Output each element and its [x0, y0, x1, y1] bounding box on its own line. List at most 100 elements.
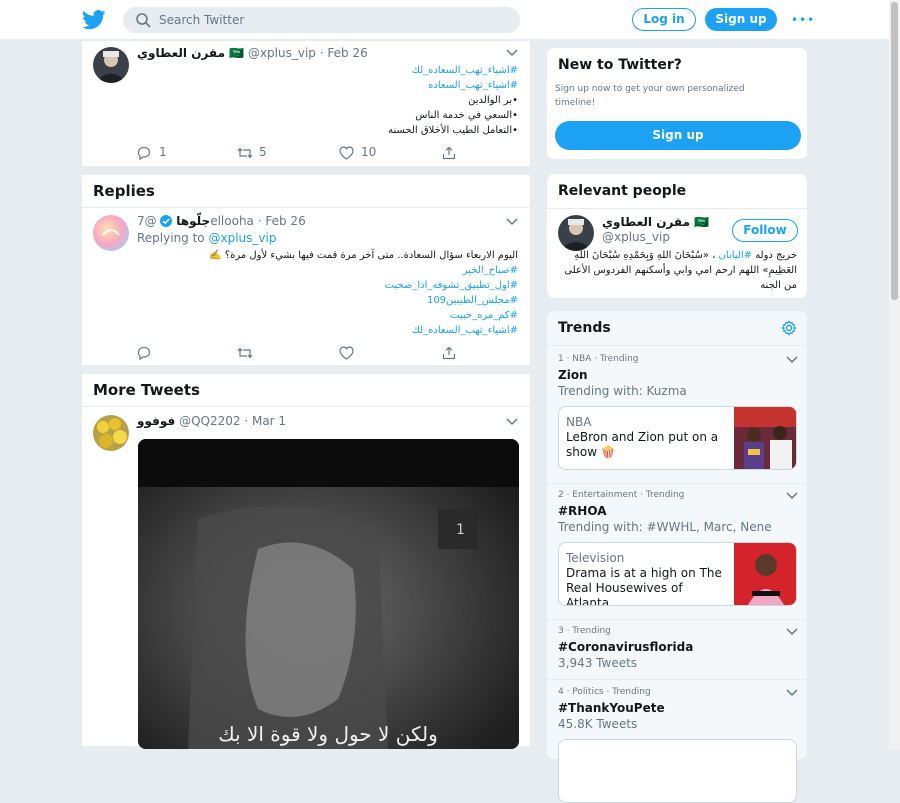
- search-box[interactable]: [123, 7, 520, 33]
- verified-badge-icon: [160, 215, 173, 227]
- bio-text: خريج دوله: [755, 250, 797, 261]
- trend-name[interactable]: #Coronavirusflorida: [558, 640, 693, 654]
- chevron-down-icon[interactable]: [506, 418, 518, 426]
- avatar[interactable]: [93, 415, 129, 451]
- tweet-line: •بر الوالدين: [468, 95, 518, 106]
- reply-count: 1: [159, 145, 167, 159]
- signup-button[interactable]: Sign up: [555, 121, 801, 150]
- avatar[interactable]: [558, 215, 594, 251]
- news-card[interactable]: Television Drama is at a high on The Rea…: [558, 542, 797, 606]
- avatar[interactable]: [93, 47, 129, 83]
- section-gap: [82, 366, 530, 374]
- author-handle[interactable]: @xplus_vip: [248, 46, 316, 60]
- avatar-image: [93, 47, 129, 83]
- tweet[interactable]: جلّوها @7ellooha · Feb 26 Replying to @x…: [82, 208, 530, 366]
- heart-icon: [339, 346, 354, 360]
- tweet[interactable]: مقرن العطاوي 🇸🇦 @xplus_vip · Feb 26 #اشي…: [82, 41, 530, 167]
- tweet-header: جلّوها @7ellooha · Feb 26: [137, 214, 306, 228]
- divider: [547, 208, 807, 209]
- tweet[interactable]: فوفوو @QQ2202 · Mar 1 1 ولكن لا حول ولا …: [82, 407, 530, 749]
- reply-icon: [137, 346, 151, 360]
- reply-icon: [137, 146, 151, 160]
- follow-button[interactable]: Follow: [732, 219, 798, 242]
- chevron-down-icon[interactable]: [786, 628, 798, 636]
- share-icon: [442, 146, 456, 160]
- card-title: Trends: [558, 320, 611, 336]
- avatar[interactable]: [93, 215, 129, 251]
- login-button[interactable]: Log in: [632, 8, 696, 31]
- retweet-icon: [237, 347, 253, 359]
- trend-name[interactable]: Zion: [558, 368, 588, 382]
- author-name[interactable]: جلّوها: [176, 214, 210, 228]
- news-title: LeBron and Zion put on a show 🍿: [566, 430, 719, 459]
- like-count: 10: [361, 145, 377, 159]
- avatar-image: [558, 215, 594, 251]
- trend-name[interactable]: #ThankYouPete: [558, 701, 665, 715]
- video-caption: ولكن لا حول ولا قوة الا بك: [218, 722, 438, 746]
- person-handle[interactable]: @xplus_vip: [602, 230, 670, 244]
- hashtag-link[interactable]: #اشياء_تهب_السعاده: [428, 80, 518, 91]
- person-name[interactable]: مقرن العطاوي 🇸🇦: [602, 215, 709, 229]
- tweet-header: مقرن العطاوي 🇸🇦 @xplus_vip · Feb 26: [137, 46, 368, 60]
- hashtag-link[interactable]: #اليابان: [719, 250, 752, 261]
- card-title: New to Twitter?: [558, 57, 682, 73]
- divider: [547, 345, 807, 346]
- more-options-icon[interactable]: •••: [791, 13, 814, 27]
- search-icon: [136, 13, 151, 28]
- gear-icon[interactable]: [781, 320, 797, 336]
- chevron-down-icon[interactable]: [506, 218, 518, 226]
- news-card[interactable]: [558, 739, 797, 803]
- retweet-count: 5: [259, 145, 267, 159]
- news-thumbnail-image: [734, 407, 796, 469]
- hashtag-link[interactable]: #صباح_الخير: [463, 265, 518, 276]
- divider: [547, 483, 807, 484]
- signup-button[interactable]: Sign up: [705, 8, 777, 31]
- trend-meta: 2 · Entertainment · Trending: [558, 490, 685, 500]
- card-text: Sign up now to get your own personalized…: [555, 84, 745, 108]
- author-name[interactable]: مقرن العطاوي 🇸🇦: [137, 46, 244, 60]
- news-category: Television: [566, 551, 625, 565]
- replying-prefix: Replying to: [137, 231, 205, 245]
- news-category: NBA: [566, 415, 592, 429]
- svg-text:1: 1: [456, 522, 465, 538]
- tweet-text: #اشياء_تهب_السعاده_لك #اشياء_تهب_السعاده…: [138, 63, 518, 138]
- replying-to-link[interactable]: @xplus_vip: [208, 231, 276, 245]
- tweet-actions: 1 5 10: [137, 145, 467, 161]
- hashtag-link[interactable]: #اشياء_تهب_السعاده_لك: [412, 325, 518, 336]
- chevron-down-icon[interactable]: [786, 492, 798, 500]
- replies-heading: Replies: [82, 175, 530, 208]
- trend-name[interactable]: #RHOA: [558, 504, 607, 518]
- tweet-date[interactable]: Feb 26: [265, 214, 305, 228]
- hashtag-link[interactable]: #كم_مره_حبيت: [450, 310, 518, 321]
- more-tweets-heading: More Tweets: [82, 374, 530, 407]
- tweet-line: •التعامل الطيب الأخلاق الحسنه: [388, 125, 518, 136]
- share-icon: [442, 346, 456, 360]
- chevron-down-icon[interactable]: [786, 689, 798, 697]
- trend-sub: 3,943 Tweets: [558, 656, 638, 670]
- person-bio: خريج دوله #اليابان ، «سُبْحَانَ اللهِ وَ…: [557, 248, 797, 293]
- author-name[interactable]: فوفوو: [137, 414, 175, 428]
- tweet-date[interactable]: Feb 26: [327, 46, 367, 60]
- chevron-down-icon[interactable]: [506, 49, 518, 57]
- video-player[interactable]: 1 ولكن لا حول ولا قوة الا بك: [138, 439, 519, 749]
- trend-meta: 1 · NBA · Trending: [558, 354, 639, 364]
- search-input[interactable]: [159, 10, 499, 30]
- hashtag-link[interactable]: #اول_تطبيق_تشوفه_اذا_صحيت: [385, 280, 518, 291]
- top-bar: Log in Sign up •••: [0, 0, 889, 40]
- trends-card: Trends 1 · NBA · Trending Zion Trending …: [546, 310, 808, 803]
- trend-meta: 3 · Trending: [558, 626, 611, 636]
- hashtag-link[interactable]: #مجلس_الطيبين109: [427, 295, 518, 306]
- chevron-down-icon[interactable]: [786, 356, 798, 364]
- twitter-logo-icon[interactable]: [82, 9, 106, 31]
- relevant-people-card: Relevant people مقرن العطاوي 🇸🇦 @xplus_v…: [546, 173, 808, 299]
- main-column: مقرن العطاوي 🇸🇦 @xplus_vip · Feb 26 #اشي…: [82, 41, 530, 750]
- news-thumbnail-image: [734, 543, 796, 605]
- new-to-twitter-card: New to Twitter? Sign up now to get your …: [546, 47, 808, 160]
- news-card[interactable]: NBA LeBron and Zion put on a show 🍿: [558, 406, 797, 470]
- hashtag-link[interactable]: #اشياء_تهب_السعاده_لك: [412, 65, 518, 76]
- scrollbar-thumb[interactable]: [891, 2, 898, 300]
- author-handle[interactable]: @QQ2202: [179, 414, 240, 428]
- tweet-date[interactable]: Mar 1: [252, 414, 286, 428]
- trend-sub: 45.8K Tweets: [558, 717, 638, 731]
- news-title: Drama is at a high on The Real Housewive…: [566, 566, 722, 606]
